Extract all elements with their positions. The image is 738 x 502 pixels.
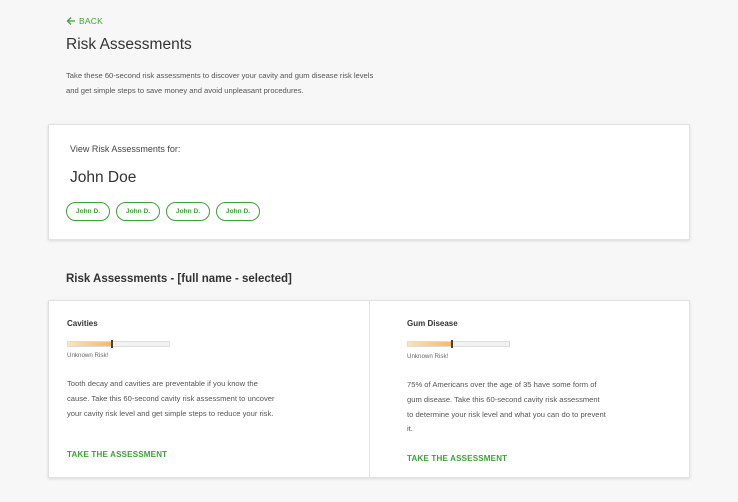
gum-disease-panel: Gum Disease Unknown Risk! 75% of America…	[369, 301, 689, 477]
cavities-meter-marker	[111, 340, 113, 348]
person-chip[interactable]: John D.	[66, 202, 110, 221]
view-for-label: View Risk Assessments for:	[70, 144, 181, 154]
cavities-title: Cavities	[67, 319, 98, 328]
person-chip[interactable]: John D.	[166, 202, 210, 221]
results-card: Cavities Unknown Risk! Tooth decay and c…	[48, 300, 690, 478]
gum-disease-risk-status: Unknown Risk!	[407, 353, 449, 360]
arrow-left-icon	[66, 17, 75, 25]
cavities-risk-status: Unknown Risk!	[67, 352, 109, 359]
cavities-panel: Cavities Unknown Risk! Tooth decay and c…	[49, 301, 369, 477]
take-cavities-assessment-link[interactable]: TAKE THE ASSESSMENT	[67, 450, 167, 459]
page-intro: Take these 60-second risk assessments to…	[66, 71, 374, 95]
gum-disease-meter-marker	[451, 340, 453, 348]
view-assessments-card: View Risk Assessments for: John Doe John…	[48, 124, 690, 240]
person-chip-list: John D. John D. John D. John D.	[66, 202, 260, 221]
page-title: Risk Assessments	[66, 36, 192, 53]
gum-disease-description: 75% of Americans over the age of 35 have…	[407, 380, 606, 434]
back-link[interactable]: BACK	[66, 16, 103, 26]
take-gum-disease-assessment-link[interactable]: TAKE THE ASSESSMENT	[407, 454, 507, 463]
person-chip[interactable]: John D.	[116, 202, 160, 221]
back-label: BACK	[79, 16, 103, 26]
gum-disease-meter-fill	[408, 342, 452, 346]
selected-person-name: John Doe	[70, 169, 137, 186]
gum-disease-title: Gum Disease	[407, 319, 458, 328]
cavities-risk-meter	[67, 340, 170, 348]
results-section-title: Risk Assessments - [full name - selected…	[66, 273, 292, 285]
gum-disease-risk-meter	[407, 340, 510, 348]
cavities-description: Tooth decay and cavities are preventable…	[67, 379, 275, 418]
cavities-meter-fill	[68, 342, 112, 346]
person-chip[interactable]: John D.	[216, 202, 260, 221]
